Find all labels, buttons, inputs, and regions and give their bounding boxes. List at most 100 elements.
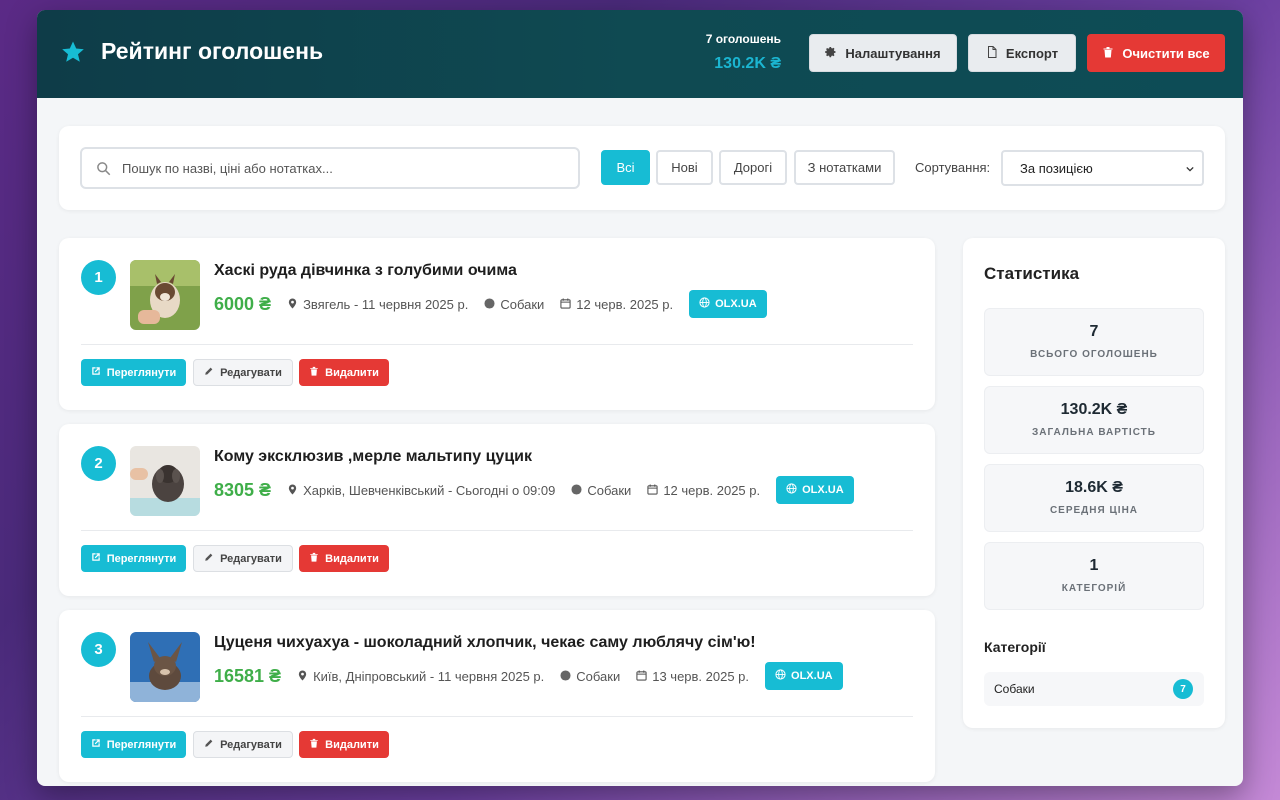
- dot-icon: [571, 483, 582, 498]
- listing-category: Собаки: [560, 669, 620, 684]
- filter-chip-all[interactable]: Всі: [601, 150, 650, 185]
- listing-card: 3 Цуценя чихуахуа - шоколадний хлопчик, …: [59, 610, 935, 782]
- location-text: Звягель - 11 червня 2025 р.: [303, 296, 469, 312]
- date-text: 12 черв. 2025 р.: [576, 296, 674, 312]
- stat-value: 1: [1089, 557, 1099, 574]
- rank-badge: 1: [81, 260, 116, 295]
- listing-price: 16581 ₴: [214, 665, 282, 686]
- pencil-icon: [204, 738, 214, 751]
- rank-badge: 3: [81, 632, 116, 667]
- location-text: Київ, Дніпровський - 11 червня 2025 р.: [313, 668, 545, 684]
- source-text: OLX.UA: [791, 670, 833, 682]
- listing-thumbnail[interactable]: [130, 632, 200, 702]
- page-title: Рейтинг оголошень: [101, 38, 324, 64]
- edit-button[interactable]: Редагувати: [193, 545, 293, 572]
- pencil-icon: [204, 366, 214, 379]
- listing-card: 2 Кому эксклюзив ,мерле мальтипу цуцик 8…: [59, 424, 935, 596]
- source-badge[interactable]: OLX.UA: [689, 290, 767, 318]
- pencil-icon: [204, 552, 214, 565]
- source-text: OLX.UA: [715, 298, 757, 310]
- stats-title: Статистика: [984, 264, 1080, 283]
- view-label: Переглянути: [106, 552, 177, 565]
- clear-all-label: Очистити все: [1122, 45, 1210, 61]
- external-link-icon: [91, 738, 101, 751]
- calendar-icon: [560, 297, 571, 312]
- map-pin-icon: [287, 297, 298, 312]
- sort-label: Сортування:: [915, 160, 991, 175]
- view-button[interactable]: Переглянути: [81, 731, 186, 758]
- trash-icon: [1102, 46, 1114, 61]
- search-box: [80, 147, 580, 189]
- listing-meta: 6000 ₴ Звягель - 11 червня 2025 р. Собак…: [214, 290, 767, 318]
- calendar-icon: [636, 669, 647, 684]
- location-text: Харків, Шевченківський - Сьогодні о 09:0…: [303, 482, 556, 498]
- search-input[interactable]: [122, 149, 562, 187]
- gear-icon: [825, 46, 837, 61]
- listing-category: Собаки: [571, 483, 631, 498]
- listing-thumbnail[interactable]: [130, 260, 200, 330]
- header-bar: Рейтинг оголошень 7 оголошень 130.2K ₴ Н…: [37, 10, 1243, 98]
- export-button[interactable]: Експорт: [968, 34, 1076, 72]
- stat-value: 7: [1089, 323, 1099, 340]
- map-pin-icon: [297, 669, 308, 684]
- delete-button[interactable]: Видалити: [299, 359, 389, 386]
- category-item[interactable]: Собаки 7: [984, 672, 1204, 706]
- category-name: Собаки: [994, 682, 1035, 696]
- card-divider: [81, 344, 913, 345]
- rank-badge: 2: [81, 446, 116, 481]
- listing-location: Харків, Шевченківський - Сьогодні о 09:0…: [287, 483, 555, 498]
- listing-date: 12 черв. 2025 р.: [647, 483, 760, 498]
- stat-label: КАТЕГОРІЙ: [1061, 583, 1127, 594]
- stat-value: 130.2K ₴: [1060, 401, 1128, 418]
- settings-label: Налаштування: [845, 45, 941, 61]
- stats-panel: Статистика 7 ВСЬОГО ОГОЛОШЕНЬ 130.2K ₴ З…: [963, 238, 1225, 728]
- filter-chip-expensive[interactable]: Дорогі: [719, 150, 787, 185]
- listing-count: 7 оголошень: [705, 32, 781, 46]
- listing-card: 1 Хаскі руда дівчинка з голубими очима 6…: [59, 238, 935, 410]
- globe-icon: [786, 483, 797, 497]
- trash-icon: [309, 366, 319, 379]
- source-badge[interactable]: OLX.UA: [765, 662, 843, 690]
- category-count-badge: 7: [1173, 679, 1193, 699]
- listing-meta: 8305 ₴ Харків, Шевченківський - Сьогодні…: [214, 476, 854, 504]
- category-text: Собаки: [576, 668, 621, 684]
- stat-total-value: 130.2K ₴ ЗАГАЛЬНА ВАРТІСТЬ: [984, 386, 1204, 454]
- settings-button[interactable]: Налаштування: [809, 34, 957, 72]
- app-window: Рейтинг оголошень 7 оголошень 130.2K ₴ Н…: [37, 10, 1243, 786]
- delete-button[interactable]: Видалити: [299, 731, 389, 758]
- dot-icon: [560, 669, 571, 684]
- delete-label: Видалити: [325, 738, 379, 751]
- dot-icon: [484, 297, 495, 312]
- listing-title[interactable]: Кому эксклюзив ,мерле мальтипу цуцик: [214, 448, 532, 466]
- listing-thumbnail[interactable]: [130, 446, 200, 516]
- listing-price: 6000 ₴: [214, 293, 272, 314]
- edit-button[interactable]: Редагувати: [193, 731, 293, 758]
- edit-label: Редагувати: [220, 738, 282, 751]
- stat-label: ВСЬОГО ОГОЛОШЕНЬ: [1030, 349, 1158, 360]
- category-text: Собаки: [500, 296, 545, 312]
- filter-chip-new[interactable]: Нові: [656, 150, 713, 185]
- listing-title[interactable]: Цуценя чихуахуа - шоколадний хлопчик, че…: [214, 634, 756, 652]
- trash-icon: [309, 552, 319, 565]
- stat-average-price: 18.6K ₴ СЕРЕДНЯ ЦІНА: [984, 464, 1204, 532]
- edit-button[interactable]: Редагувати: [193, 359, 293, 386]
- filter-chip-with-notes[interactable]: З нотатками: [794, 150, 895, 185]
- view-button[interactable]: Переглянути: [81, 545, 186, 572]
- calendar-icon: [647, 483, 658, 498]
- stat-categories: 1 КАТЕГОРІЙ: [984, 542, 1204, 610]
- sort-select[interactable]: За позицією: [1001, 150, 1204, 186]
- categories-title: Категорії: [984, 639, 1046, 655]
- view-button[interactable]: Переглянути: [81, 359, 186, 386]
- listing-date: 13 черв. 2025 р.: [636, 669, 749, 684]
- listing-location: Київ, Дніпровський - 11 червня 2025 р.: [297, 669, 544, 684]
- source-badge[interactable]: OLX.UA: [776, 476, 854, 504]
- listing-title[interactable]: Хаскі руда дівчинка з голубими очима: [214, 262, 517, 280]
- globe-icon: [775, 669, 786, 683]
- delete-button[interactable]: Видалити: [299, 545, 389, 572]
- date-text: 12 черв. 2025 р.: [663, 482, 761, 498]
- star-icon: [61, 40, 85, 64]
- delete-label: Видалити: [325, 552, 379, 565]
- total-value: 130.2K ₴: [714, 55, 781, 72]
- stat-label: ЗАГАЛЬНА ВАРТІСТЬ: [1032, 427, 1156, 438]
- clear-all-button[interactable]: Очистити все: [1087, 34, 1225, 72]
